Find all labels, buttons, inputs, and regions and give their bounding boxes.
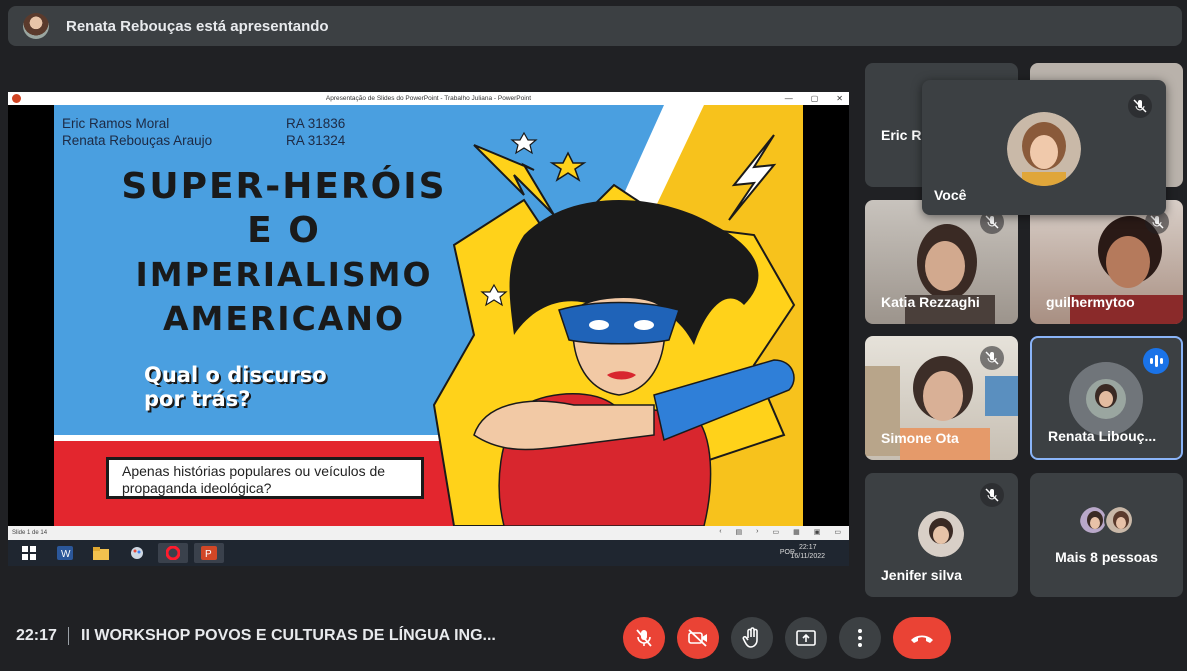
taskbar-clock: 22:17 16/11/2022 bbox=[790, 543, 825, 561]
mic-off-icon bbox=[1128, 94, 1152, 118]
slide-title-line-2: E O bbox=[247, 210, 321, 251]
divider bbox=[68, 627, 69, 645]
slide-title-line-3: IMPERIALISMO bbox=[135, 255, 433, 294]
presenter-avatar bbox=[23, 13, 49, 39]
slide-authors: Eric Ramos Moral Renata Rebouças Araujo bbox=[62, 115, 212, 149]
taskbar-time: 22:17 bbox=[798, 544, 817, 551]
more-vert-icon bbox=[858, 629, 862, 647]
slide-question: Qual o discurso por trás? bbox=[144, 363, 327, 411]
participant-name: guilhermytoo bbox=[1046, 294, 1135, 310]
shared-screen: Apresentação de Slides do PowerPoint - T… bbox=[8, 92, 849, 566]
presenting-text: Renata Rebouças está apresentando bbox=[66, 17, 329, 35]
close-icon: ✕ bbox=[836, 94, 843, 103]
participant-avatar bbox=[1069, 362, 1143, 436]
opera-icon bbox=[158, 543, 188, 563]
more-participants-tile[interactable]: Mais 8 pessoas bbox=[1030, 473, 1183, 597]
participant-tile-jenifer[interactable]: Jenifer silva bbox=[865, 473, 1018, 597]
participant-avatar bbox=[1104, 505, 1134, 535]
maximize-icon: ▢ bbox=[810, 94, 819, 103]
present-screen-button[interactable] bbox=[785, 617, 827, 659]
leave-call-button[interactable] bbox=[893, 617, 951, 659]
windows-taskbar: W P POR 22:17 16/11/2022 bbox=[8, 540, 849, 566]
participant-tile-guilhermytoo[interactable]: guilhermytoo bbox=[1030, 200, 1183, 324]
slideshow-view-icon: ▭ bbox=[834, 529, 841, 536]
paint-icon bbox=[122, 543, 152, 563]
taskbar-date: 16/11/2022 bbox=[790, 553, 825, 560]
ra-2: RA 31324 bbox=[286, 133, 346, 148]
minimize-icon: — bbox=[784, 94, 793, 103]
file-explorer-icon bbox=[86, 543, 116, 563]
slide-question-line-2: por trás? bbox=[144, 387, 251, 411]
next-slide-icon: › bbox=[756, 528, 759, 535]
mic-off-icon bbox=[980, 346, 1004, 370]
participant-tile-simone[interactable]: Simone Ota bbox=[865, 336, 1018, 460]
mic-toggle-button[interactable] bbox=[623, 617, 665, 659]
present-icon bbox=[796, 630, 816, 646]
camera-off-icon bbox=[688, 629, 707, 647]
slide-question-line-1: Qual o discurso bbox=[144, 363, 327, 387]
normal-view-icon: ▭ bbox=[772, 529, 780, 536]
speaking-indicator-icon bbox=[1143, 348, 1169, 374]
more-participants-label: Mais 8 pessoas bbox=[1055, 549, 1158, 565]
slide-title-line-4: AMERICANO bbox=[162, 299, 406, 338]
svg-text:W: W bbox=[61, 549, 71, 560]
reading-view-icon: ▣ bbox=[813, 529, 821, 536]
hang-up-icon bbox=[911, 635, 933, 643]
sorter-view-icon: ▦ bbox=[793, 529, 800, 536]
author-2: Renata Rebouças Araujo bbox=[62, 133, 213, 148]
participant-name: Simone Ota bbox=[881, 430, 959, 446]
camera-toggle-button[interactable] bbox=[677, 617, 719, 659]
presenting-banner: Renata Rebouças está apresentando bbox=[8, 6, 1182, 46]
ppt-titlebar: Apresentação de Slides do PowerPoint - T… bbox=[8, 92, 849, 105]
participant-tile-renata[interactable]: Renata Libouç... bbox=[1030, 336, 1183, 460]
windows-start-icon bbox=[14, 543, 44, 563]
self-view-tile[interactable]: Você bbox=[922, 80, 1166, 215]
slide-title: SUPER-HERÓIS E O IMPERIALISMO AMERICANO bbox=[84, 165, 484, 341]
participant-name: Jenifer silva bbox=[881, 567, 962, 583]
ppt-statusbar: Slide 1 de 14 ‹ ▤ › ▭ ▦ ▣ ▭ bbox=[8, 526, 849, 540]
self-name: Você bbox=[934, 187, 967, 203]
powerpoint-taskbar-icon: P bbox=[194, 543, 224, 563]
meeting-clock: 22:17 bbox=[16, 627, 57, 644]
participant-name: Renata Libouç... bbox=[1048, 428, 1157, 444]
self-avatar bbox=[1007, 112, 1081, 186]
mic-off-icon bbox=[636, 629, 652, 647]
slide-menu-icon: ▤ bbox=[735, 529, 743, 536]
raise-hand-button[interactable] bbox=[731, 617, 773, 659]
slide-counter: Slide 1 de 14 bbox=[12, 530, 48, 536]
svg-text:P: P bbox=[205, 549, 212, 560]
slide-title-line-1: SUPER-HERÓIS bbox=[121, 166, 447, 207]
meeting-title: II WORKSHOP POVOS E CULTURAS DE LÍNGUA I… bbox=[81, 627, 496, 644]
slide-ras: RA 31836 RA 31324 bbox=[286, 115, 345, 149]
prev-slide-icon: ‹ bbox=[719, 528, 722, 535]
author-1: Eric Ramos Moral bbox=[62, 116, 170, 131]
participant-tile-katia[interactable]: Katia Rezzaghi bbox=[865, 200, 1018, 324]
mic-off-icon bbox=[980, 483, 1004, 507]
participant-name: Eric R bbox=[881, 127, 922, 143]
participant-name: Katia Rezzaghi bbox=[881, 294, 980, 310]
word-icon: W bbox=[50, 543, 80, 563]
participant-avatar bbox=[918, 511, 964, 557]
slide-textbox: Apenas histórias populares ou veículos d… bbox=[106, 457, 424, 499]
hand-icon bbox=[742, 627, 758, 648]
ra-1: RA 31836 bbox=[286, 116, 346, 131]
slide-canvas: Eric Ramos Moral Renata Rebouças Araujo … bbox=[54, 105, 803, 526]
ppt-window-title: Apresentação de Slides do PowerPoint - T… bbox=[325, 95, 532, 102]
more-options-button[interactable] bbox=[839, 617, 881, 659]
